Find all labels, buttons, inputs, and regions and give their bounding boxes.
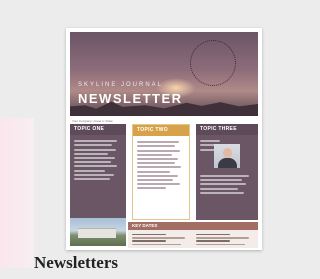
column-topic-two: Topic Two bbox=[132, 124, 190, 220]
column-topic-three: Topic Three bbox=[196, 124, 258, 220]
building-photo-icon bbox=[70, 218, 126, 246]
key-dates-list bbox=[128, 230, 258, 248]
issue-meta: Your Company | Issue 1 | Date bbox=[72, 119, 113, 123]
column-title: Topic Three bbox=[196, 124, 258, 135]
decorative-accent bbox=[0, 118, 34, 268]
key-dates-title: Key Dates bbox=[128, 222, 258, 230]
person-photo-icon bbox=[214, 144, 240, 168]
template-category-label[interactable]: Newsletters bbox=[34, 253, 118, 273]
ferris-wheel-icon bbox=[190, 40, 236, 86]
key-dates-section: Key Dates bbox=[128, 222, 258, 248]
column-title: Topic One bbox=[70, 124, 126, 135]
placeholder-text bbox=[70, 135, 126, 185]
column-title: Topic Two bbox=[133, 125, 189, 136]
hero-title: NEWSLETTER bbox=[78, 91, 183, 106]
placeholder-text bbox=[196, 170, 258, 199]
hero-image: Skyline Journal NEWSLETTER bbox=[70, 32, 258, 116]
column-topic-one: Topic One bbox=[70, 124, 126, 220]
hero-subtitle: Skyline Journal bbox=[78, 82, 164, 88]
newsletter-template-thumbnail[interactable]: Skyline Journal NEWSLETTER Your Company … bbox=[66, 28, 262, 250]
placeholder-text bbox=[133, 136, 189, 194]
